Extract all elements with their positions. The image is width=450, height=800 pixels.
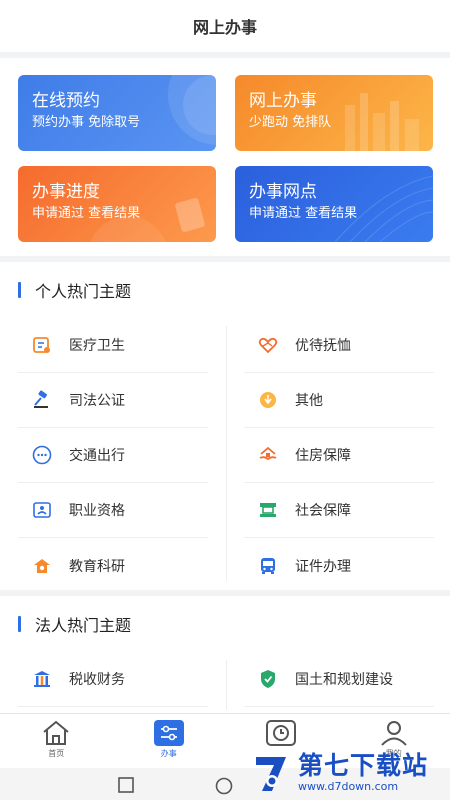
topic-traffic[interactable]: 交通出行: [18, 428, 208, 483]
tab-home[interactable]: 首页: [0, 714, 113, 768]
site-logo-icon: [256, 756, 286, 791]
topic-label: 社会保障: [295, 503, 351, 519]
topic-tax[interactable]: 税收财务: [18, 652, 208, 707]
progress-card[interactable]: 办事进度 申请通过 查看结果: [18, 166, 216, 242]
personal-topics-section: 个人热门主题 医疗卫生 优待抚恤 司法公证 其他 交通出行 住房保障 职业资格 …: [0, 262, 450, 590]
tab-label: 办事: [160, 749, 177, 758]
medical-icon: [30, 333, 54, 357]
gavel-icon: [30, 388, 54, 412]
topic-documents[interactable]: 证件办理: [244, 538, 434, 593]
card-subtitle: 申请通过 查看结果: [249, 206, 358, 221]
watermark-url: www.d7down.com: [298, 779, 399, 793]
topic-label: 住房保障: [295, 448, 351, 464]
housing-icon: [256, 443, 280, 467]
card-subtitle: 预约办事 免除取号: [32, 115, 141, 130]
topic-label: 职业资格: [69, 503, 125, 519]
column-divider: [226, 326, 227, 581]
topic-education[interactable]: 教育科研: [18, 538, 208, 593]
watermark-title: 第七下载站: [298, 750, 429, 780]
shield-icon: [256, 667, 280, 691]
bus-icon: [256, 554, 280, 578]
other-icon: [256, 388, 280, 412]
top-bar: 网上办事: [0, 0, 450, 52]
user-icon: [381, 721, 407, 746]
topic-land-planning[interactable]: 国土和规划建设: [244, 652, 434, 707]
tax-icon: [30, 667, 54, 691]
topic-housing[interactable]: 住房保障: [244, 428, 434, 483]
topic-social-security[interactable]: 社会保障: [244, 483, 434, 538]
column-divider: [226, 660, 227, 710]
card-subtitle: 少跑动 免排队: [249, 115, 332, 130]
corporate-topics-section: 法人热门主题 税收财务 国土和规划建设: [0, 596, 450, 713]
card-title: 网上办事: [249, 91, 317, 111]
topic-other[interactable]: 其他: [244, 373, 434, 428]
section-accent-bar: [18, 282, 21, 298]
service-cards: 在线预约 预约办事 免除取号 网上办事 少跑动 免排队 办事进度 申请通过 查看…: [0, 58, 450, 256]
traffic-icon: [30, 443, 54, 467]
topic-care[interactable]: 优待抚恤: [244, 318, 434, 373]
topic-label: 医疗卫生: [69, 338, 125, 354]
care-icon: [256, 333, 280, 357]
card-title: 办事网点: [249, 182, 317, 202]
social-security-icon: [256, 498, 280, 522]
topic-judicial[interactable]: 司法公证: [18, 373, 208, 428]
topic-label: 教育科研: [69, 558, 125, 575]
section-header: 个人热门主题: [0, 262, 450, 318]
home-circle-icon[interactable]: [215, 777, 233, 795]
online-service-card[interactable]: 网上办事 少跑动 免排队: [235, 75, 433, 151]
home-icon: [43, 720, 69, 745]
topic-label: 税收财务: [69, 672, 125, 688]
section-title: 个人热门主题: [35, 282, 132, 301]
sliders-icon: [153, 720, 184, 746]
clock-icon: [266, 720, 297, 746]
card-title: 在线预约: [32, 91, 100, 111]
service-outlet-card[interactable]: 办事网点 申请通过 查看结果: [235, 166, 433, 242]
card-title: 办事进度: [32, 182, 100, 202]
section-title: 法人热门主题: [35, 616, 132, 635]
certificate-icon: [30, 498, 54, 522]
topic-label: 国土和规划建设: [295, 672, 393, 688]
topic-label: 司法公证: [69, 393, 125, 409]
topic-medical[interactable]: 医疗卫生: [18, 318, 208, 373]
topic-label: 其他: [295, 393, 323, 409]
topic-label: 证件办理: [295, 558, 351, 575]
card-subtitle: 申请通过 查看结果: [32, 206, 141, 221]
recent-apps-icon[interactable]: [118, 777, 134, 793]
watermark: 第七下载站 www.d7down.com: [252, 745, 450, 800]
topic-qualification[interactable]: 职业资格: [18, 483, 208, 538]
page-title: 网上办事: [192, 18, 257, 37]
online-appointment-card[interactable]: 在线预约 预约办事 免除取号: [18, 75, 216, 151]
section-header: 法人热门主题: [0, 596, 450, 652]
topic-label: 交通出行: [69, 448, 125, 464]
section-accent-bar: [18, 616, 21, 632]
tab-label: 首页: [48, 749, 65, 758]
education-icon: [30, 554, 54, 578]
topic-label: 优待抚恤: [295, 338, 351, 354]
tab-services[interactable]: 办事: [113, 714, 226, 768]
